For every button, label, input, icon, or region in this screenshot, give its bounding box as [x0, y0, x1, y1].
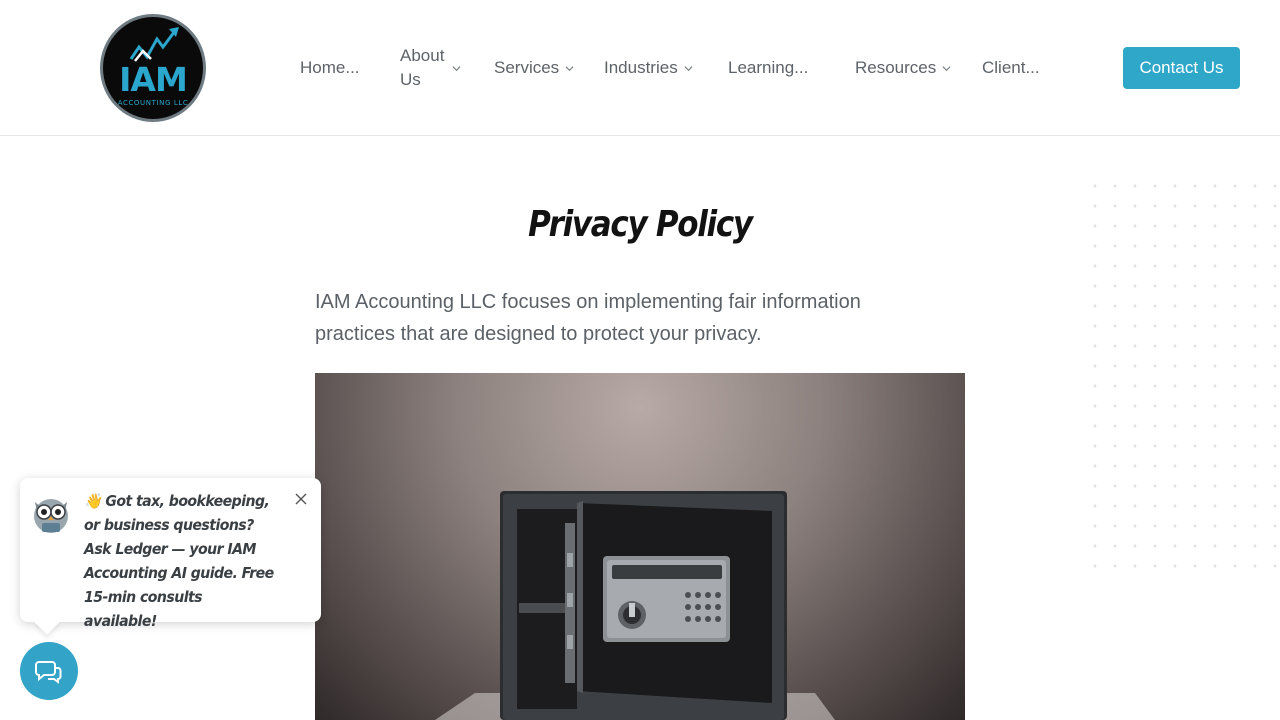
nav-about[interactable]: About Us	[400, 44, 444, 92]
nav-about-label-line2: Us	[400, 70, 421, 89]
chevron-down-icon	[684, 65, 693, 71]
contact-us-button[interactable]: Contact Us	[1123, 47, 1240, 89]
nav-client-label: Client...	[982, 58, 1040, 77]
decorative-dot-grid	[1085, 176, 1280, 576]
chat-message: 👋 Got tax, bookkeeping, or business ques…	[84, 492, 274, 630]
site-logo[interactable]: IAM ACCOUNTING LLC	[100, 14, 206, 122]
nav-client[interactable]: Client...	[982, 56, 1040, 80]
owl-avatar-icon	[34, 499, 68, 533]
chat-prompt[interactable]: 👋 Got tax, bookkeeping, or business ques…	[20, 478, 321, 630]
nav-learning[interactable]: Learning...	[728, 56, 808, 80]
nav-industries-label: Industries	[604, 58, 678, 77]
nav-resources[interactable]: Resources	[855, 56, 951, 80]
nav-home-label: Home...	[300, 58, 360, 77]
intro-paragraph: IAM Accounting LLC focuses on implementi…	[315, 291, 861, 345]
logo-subtext: ACCOUNTING LLC	[117, 99, 189, 107]
nav-learning-label: Learning...	[728, 58, 809, 77]
nav-about-label-line1: About	[400, 46, 445, 65]
page-title: Privacy Policy	[528, 204, 753, 245]
chevron-down-icon[interactable]	[452, 64, 461, 73]
chat-launcher-button[interactable]	[20, 642, 78, 700]
chevron-down-icon	[942, 65, 951, 71]
nav-services-label: Services	[494, 58, 560, 77]
site-header: IAM ACCOUNTING LLC Home... About Us Serv…	[0, 0, 1280, 136]
chat-bubbles-icon	[35, 661, 62, 684]
nav-resources-label: Resources	[855, 58, 937, 77]
close-icon[interactable]	[293, 491, 309, 507]
safe-illustration	[435, 491, 835, 720]
nav-services[interactable]: Services	[494, 56, 574, 80]
nav-industries[interactable]: Industries	[604, 56, 693, 80]
safe-photo	[315, 373, 965, 720]
chevron-down-icon	[565, 65, 574, 71]
logo-text: IAM	[119, 60, 188, 99]
nav-home[interactable]: Home...	[300, 56, 360, 80]
